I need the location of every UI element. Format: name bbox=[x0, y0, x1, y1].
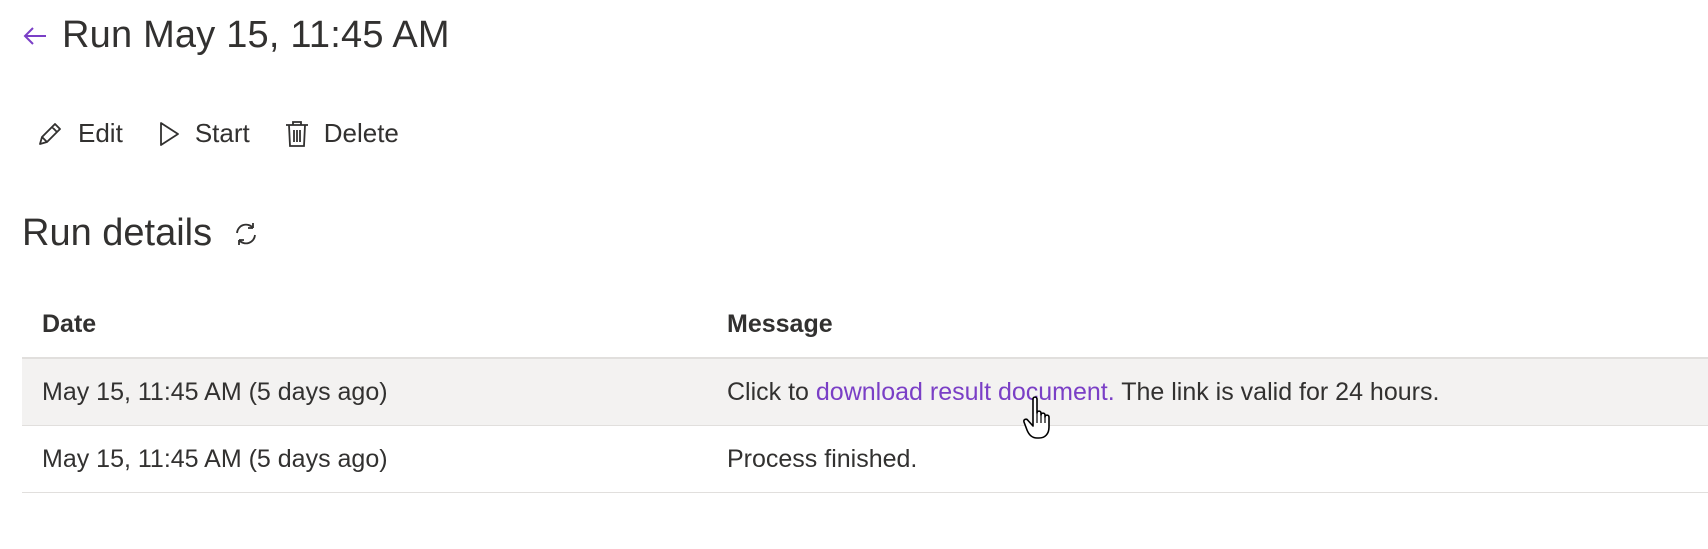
arrow-left-icon bbox=[23, 26, 46, 45]
refresh-button[interactable] bbox=[232, 220, 260, 248]
page-title: Run May 15, 11:45 AM bbox=[62, 14, 450, 56]
back-button[interactable] bbox=[20, 21, 50, 51]
download-result-link[interactable]: download result document. bbox=[816, 378, 1115, 406]
start-label: Start bbox=[194, 118, 250, 148]
toolbar: Edit Start Delete bbox=[36, 118, 433, 149]
table-row[interactable]: May 15, 11:45 AM (5 days ago) Click to d… bbox=[22, 359, 1708, 426]
edit-button[interactable]: Edit bbox=[36, 118, 123, 149]
message-prefix: Click to bbox=[727, 377, 816, 406]
section-title: Run details bbox=[22, 212, 213, 254]
table-header: Date Message bbox=[22, 292, 1708, 359]
message-cell: Click to download result document. The l… bbox=[727, 378, 1708, 407]
message-suffix: The link is valid for 24 hours. bbox=[1114, 377, 1440, 406]
edit-label: Edit bbox=[78, 118, 123, 148]
page-header: Run May 15, 11:45 AM bbox=[20, 14, 450, 57]
delete-label: Delete bbox=[323, 118, 399, 148]
trash-icon bbox=[285, 120, 308, 147]
refresh-icon bbox=[236, 222, 257, 245]
start-button[interactable]: Start bbox=[157, 118, 250, 149]
run-details-table: Date Message May 15, 11:45 AM (5 days ag… bbox=[22, 292, 1708, 493]
pencil-icon bbox=[39, 122, 61, 145]
column-header-message[interactable]: Message bbox=[727, 310, 1708, 339]
delete-button[interactable]: Delete bbox=[284, 118, 399, 149]
date-cell: May 15, 11:45 AM (5 days ago) bbox=[42, 377, 388, 406]
date-cell: May 15, 11:45 AM (5 days ago) bbox=[42, 444, 388, 473]
play-icon bbox=[159, 121, 179, 146]
column-header-date[interactable]: Date bbox=[22, 310, 727, 339]
message-cell: Process finished. bbox=[727, 444, 918, 473]
table-row[interactable]: May 15, 11:45 AM (5 days ago) Process fi… bbox=[22, 426, 1708, 493]
run-details-heading: Run details bbox=[22, 212, 260, 255]
